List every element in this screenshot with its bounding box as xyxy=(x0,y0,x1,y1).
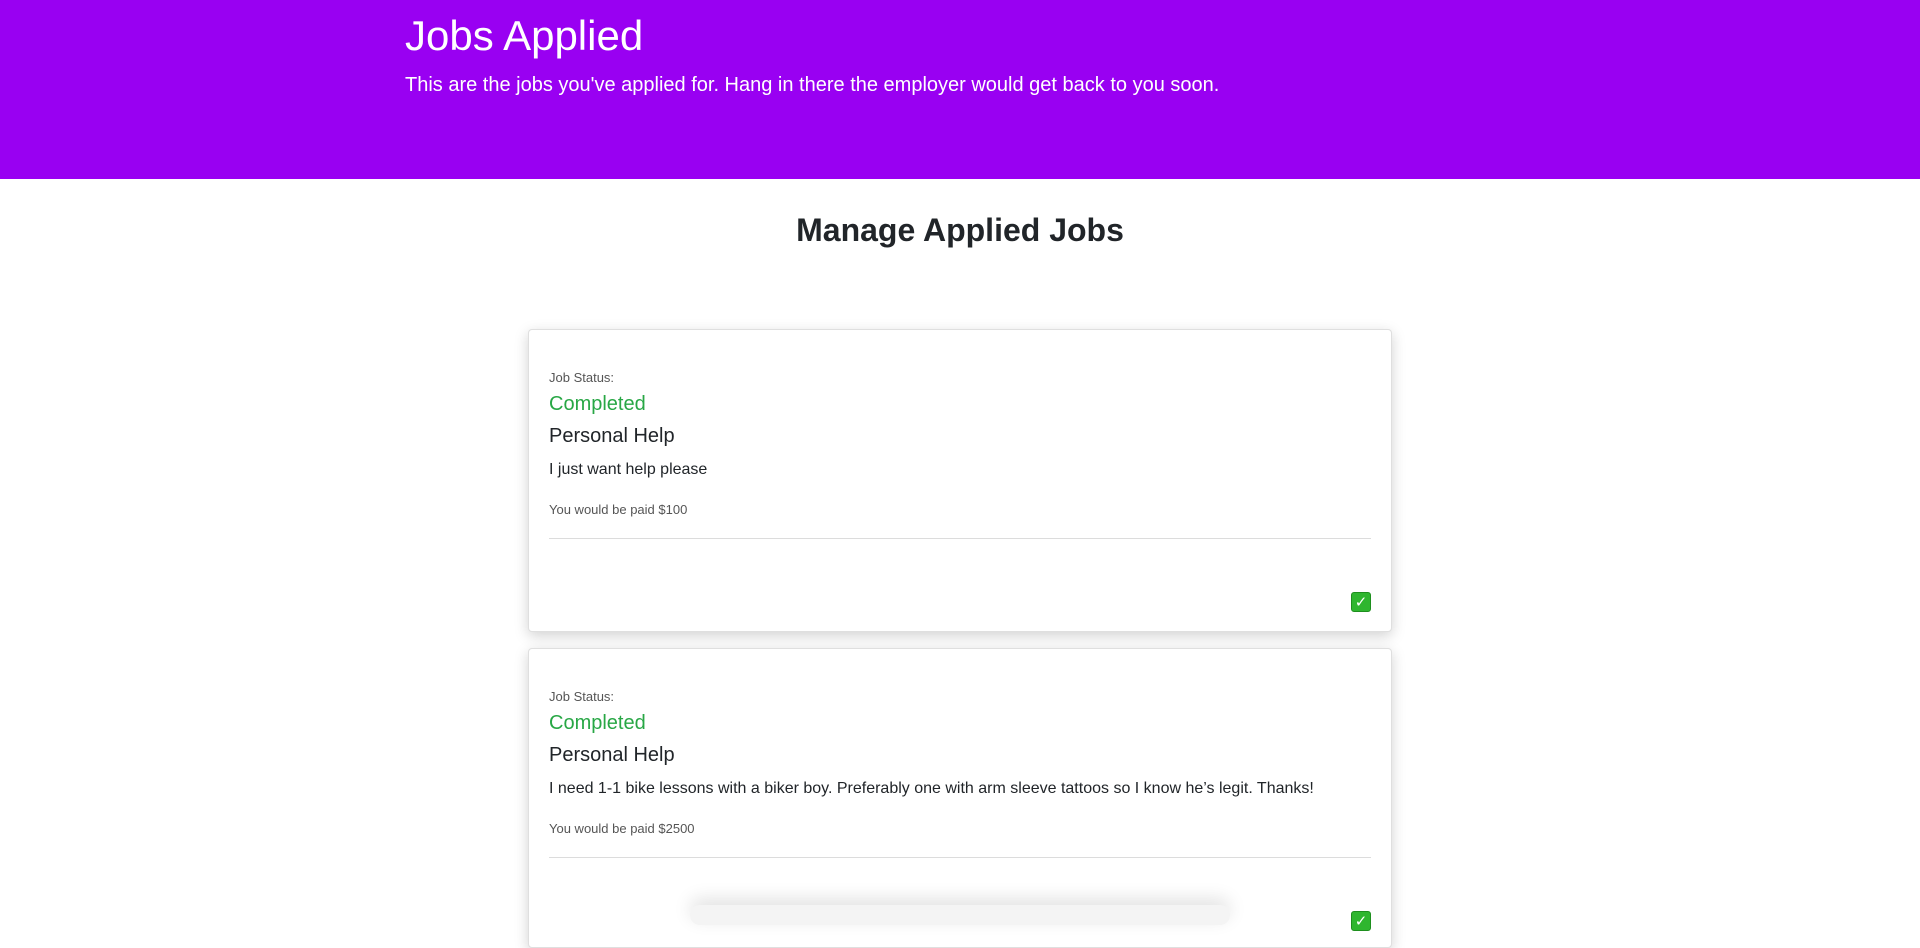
job-description: I need 1-1 bike lessons with a biker boy… xyxy=(549,780,1314,797)
job-card: Job Status: Completed Personal Help I ju… xyxy=(528,329,1392,632)
card-divider xyxy=(549,857,1371,858)
job-title: Personal Help xyxy=(549,744,675,766)
job-title: Personal Help xyxy=(549,425,675,447)
job-pay: You would be paid $2500 xyxy=(549,821,695,836)
page-hero: Jobs Applied This are the jobs you've ap… xyxy=(0,0,1920,179)
job-status-label: Job Status: xyxy=(549,689,615,704)
job-pay: You would be paid $100 xyxy=(549,502,688,517)
job-card: Job Status: Completed Personal Help I ne… xyxy=(528,648,1392,948)
check-mark-button-icon[interactable]: ✓ xyxy=(1351,911,1371,931)
job-status-value: Completed xyxy=(549,712,646,734)
job-status-value: Completed xyxy=(549,393,646,415)
page-subtitle: This are the jobs you've applied for. Ha… xyxy=(405,74,1220,96)
card-divider xyxy=(549,538,1371,539)
job-description: I just want help please xyxy=(549,461,708,478)
page-title: Jobs Applied xyxy=(405,12,644,59)
floating-panel-edge xyxy=(690,905,1230,925)
check-mark-button-icon[interactable]: ✓ xyxy=(1351,592,1371,612)
section-title: Manage Applied Jobs xyxy=(796,212,1124,248)
job-status-label: Job Status: xyxy=(549,370,615,385)
